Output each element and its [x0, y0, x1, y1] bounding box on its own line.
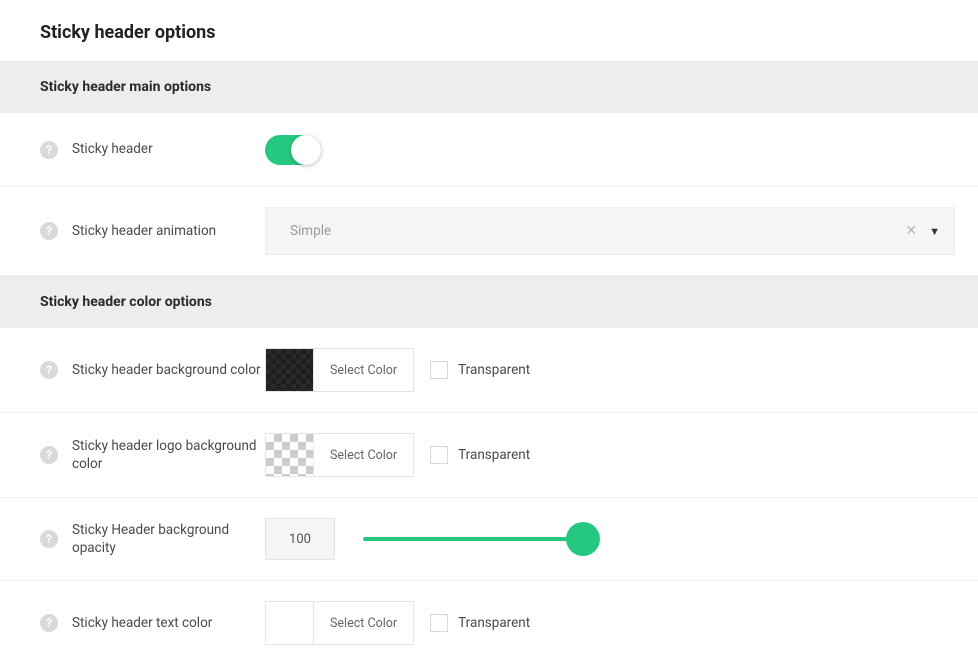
color-swatch-text[interactable]: [266, 602, 314, 644]
clear-icon[interactable]: ✕: [905, 223, 917, 239]
help-icon[interactable]: ?: [40, 222, 58, 240]
label-logo-bg-color: Sticky header logo background color: [72, 437, 265, 473]
section-header-main: Sticky header main options: [0, 61, 978, 113]
label-sticky-header: Sticky header: [72, 140, 153, 158]
slider-bg-opacity[interactable]: [363, 522, 583, 556]
label-transparent-bg: Transparent: [458, 362, 530, 378]
label-animation: Sticky header animation: [72, 222, 216, 240]
help-icon[interactable]: ?: [40, 614, 58, 632]
select-color-button-text[interactable]: Select Color: [314, 602, 413, 644]
color-swatch-bg[interactable]: [266, 349, 314, 391]
row-animation: ? Sticky header animation Simple ✕ ▼: [0, 187, 978, 276]
color-picker-bg: Select Color: [265, 348, 414, 392]
label-transparent-logo-bg: Transparent: [458, 447, 530, 463]
slider-track: [363, 537, 583, 541]
value-box-bg-opacity[interactable]: 100: [265, 518, 335, 560]
checkbox-transparent-bg[interactable]: [430, 361, 448, 379]
label-transparent-text: Transparent: [458, 615, 530, 631]
help-icon[interactable]: ?: [40, 530, 58, 548]
label-bg-color: Sticky header background color: [72, 361, 261, 379]
row-logo-bg-color: ? Sticky header logo background color Se…: [0, 413, 978, 498]
color-picker-text: Select Color: [265, 601, 414, 645]
label-bg-opacity: Sticky Header background opacity: [72, 521, 265, 557]
page-title: Sticky header options: [0, 0, 978, 61]
select-color-button-bg[interactable]: Select Color: [314, 349, 413, 391]
section-header-color: Sticky header color options: [0, 276, 978, 328]
toggle-sticky-header[interactable]: [265, 135, 321, 165]
row-bg-opacity: ? Sticky Header background opacity 100: [0, 498, 978, 581]
row-text-color: ? Sticky header text color Select Color …: [0, 581, 978, 665]
row-sticky-header: ? Sticky header: [0, 113, 978, 187]
select-animation[interactable]: Simple ✕ ▼: [265, 207, 955, 255]
help-icon[interactable]: ?: [40, 446, 58, 464]
select-color-button-logo-bg[interactable]: Select Color: [314, 434, 413, 476]
row-bg-color: ? Sticky header background color Select …: [0, 328, 978, 413]
chevron-down-icon: ▼: [929, 225, 940, 238]
checkbox-transparent-text[interactable]: [430, 614, 448, 632]
toggle-knob: [291, 135, 321, 165]
color-picker-logo-bg: Select Color: [265, 433, 414, 477]
select-animation-value: Simple: [290, 223, 905, 239]
label-text-color: Sticky header text color: [72, 614, 212, 632]
help-icon[interactable]: ?: [40, 361, 58, 379]
color-swatch-logo-bg[interactable]: [266, 434, 314, 476]
checkbox-transparent-logo-bg[interactable]: [430, 446, 448, 464]
slider-thumb[interactable]: [566, 522, 600, 556]
help-icon[interactable]: ?: [40, 141, 58, 159]
